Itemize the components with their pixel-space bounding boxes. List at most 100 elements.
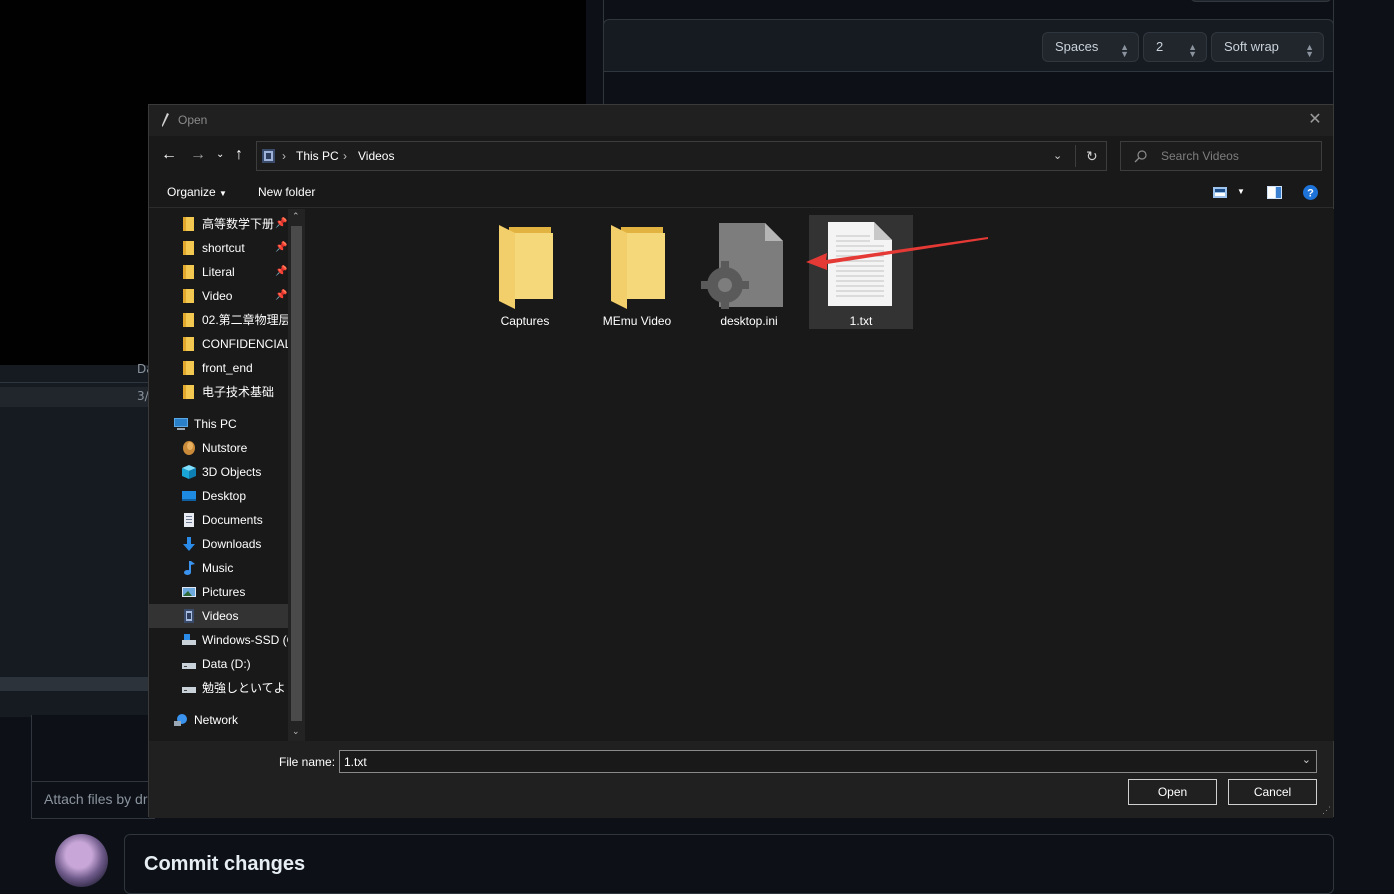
recent-locations-chevron-icon[interactable]: ⌄ bbox=[216, 146, 224, 164]
file-list: Captures MEmu Video desktop.ini 1.txt bbox=[306, 209, 1334, 741]
forward-arrow-icon[interactable]: → bbox=[190, 146, 206, 164]
nav-item-downloads[interactable]: Downloads bbox=[149, 532, 288, 556]
chevron-down-icon: ▼ bbox=[219, 189, 227, 198]
nav-item-label: 电子技术基础 bbox=[202, 385, 275, 399]
nav-item-video[interactable]: Video 📌 bbox=[149, 284, 288, 308]
nav-item-label: Music bbox=[202, 561, 234, 575]
breadcrumb-separator-icon: › bbox=[282, 149, 286, 163]
file-item-captures[interactable]: Captures bbox=[473, 215, 577, 329]
address-dropdown-chevron-icon[interactable]: ⌄ bbox=[1053, 142, 1062, 170]
organize-menu[interactable]: Organize ▼ bbox=[167, 185, 227, 199]
address-bar[interactable]: › This PC › Videos ⌄ ↻ bbox=[256, 141, 1107, 171]
breadcrumb-videos[interactable]: Videos bbox=[358, 142, 394, 170]
nav-item-network[interactable]: Network bbox=[149, 708, 288, 732]
refresh-icon[interactable]: ↻ bbox=[1086, 142, 1098, 170]
nav-item-this-pc[interactable]: This PC bbox=[149, 412, 288, 436]
scroll-up-icon[interactable]: ⌃ bbox=[292, 211, 300, 222]
close-button[interactable]: ✕ bbox=[1307, 111, 1323, 129]
nav-item-front-end[interactable]: front_end bbox=[149, 356, 288, 380]
nav-item-drive-jp[interactable]: 勉強しといてよ bbox=[149, 676, 288, 700]
nav-item-physical-layer[interactable]: 02.第二章物理层 bbox=[149, 308, 288, 332]
nav-item-videos[interactable]: Videos bbox=[149, 604, 288, 628]
music-icon bbox=[184, 561, 195, 575]
background-list-panel: Da 3/ bbox=[0, 362, 154, 717]
indent-mode-value: Spaces bbox=[1055, 39, 1099, 54]
nav-item-documents[interactable]: Documents bbox=[149, 508, 288, 532]
back-arrow-icon[interactable]: ← bbox=[161, 146, 177, 164]
folder-icon bbox=[499, 225, 553, 309]
open-file-dialog: Open ✕ ← → ⌄ ↑ › This PC › Videos ⌄ ↻ Se… bbox=[148, 104, 1334, 818]
open-button[interactable]: Open bbox=[1128, 779, 1217, 805]
file-name-dropdown-chevron-icon[interactable]: ⌄ bbox=[1302, 753, 1311, 766]
nav-item-label: Downloads bbox=[202, 537, 262, 551]
nav-item-gaodeng-shuxue[interactable]: 高等数学下册 📌 bbox=[149, 212, 288, 236]
indent-mode-select[interactable]: Spaces ▲ ▼ bbox=[1042, 32, 1139, 62]
nav-item-label: Data (D:) bbox=[202, 657, 251, 671]
nav-item-3d-objects[interactable]: 3D Objects bbox=[149, 460, 288, 484]
file-name-value: 1.txt bbox=[344, 755, 367, 769]
nav-item-label: Literal bbox=[202, 265, 235, 279]
nav-item-music[interactable]: Music bbox=[149, 556, 288, 580]
nav-item-literal[interactable]: Literal 📌 bbox=[149, 260, 288, 284]
navigation-bar: ← → ⌄ ↑ › This PC › Videos ⌄ ↻ Search Vi… bbox=[149, 136, 1333, 176]
address-divider bbox=[1075, 145, 1076, 167]
pictures-icon bbox=[182, 587, 196, 597]
dialog-titlebar: Open ✕ bbox=[149, 105, 1333, 136]
wrap-mode-select[interactable]: Soft wrap ▲ ▼ bbox=[1211, 32, 1324, 62]
drive-icon bbox=[182, 687, 196, 693]
new-folder-button[interactable]: New folder bbox=[258, 185, 315, 199]
background-top-tab bbox=[1190, 0, 1332, 2]
3d-objects-icon bbox=[182, 465, 196, 479]
preview-pane-icon[interactable] bbox=[1267, 186, 1282, 199]
commit-changes-card bbox=[124, 834, 1334, 894]
search-box[interactable]: Search Videos bbox=[1120, 141, 1322, 171]
change-view-icon[interactable] bbox=[1213, 187, 1227, 198]
dialog-footer: File name: 1.txt ⌄ Open Cancel ⋰ bbox=[149, 741, 1333, 818]
nav-item-label: shortcut bbox=[202, 241, 245, 255]
nav-scrollbar-thumb[interactable] bbox=[291, 226, 302, 721]
help-icon[interactable]: ? bbox=[1303, 185, 1318, 200]
background-scrollbar bbox=[0, 677, 150, 691]
nav-item-pictures[interactable]: Pictures bbox=[149, 580, 288, 604]
folder-icon bbox=[183, 361, 194, 375]
organize-label: Organize bbox=[167, 185, 216, 199]
nav-item-windows-ssd[interactable]: Windows-SSD (C:) bbox=[149, 628, 288, 652]
file-item-memu-video[interactable]: MEmu Video bbox=[585, 215, 689, 329]
folder-icon bbox=[183, 217, 194, 231]
nav-item-label: Pictures bbox=[202, 585, 246, 599]
drive-c-icon bbox=[182, 634, 196, 645]
pin-icon: 📌 bbox=[275, 266, 288, 277]
file-name: MEmu Video bbox=[602, 314, 672, 328]
folder-icon bbox=[611, 225, 665, 309]
videos-library-icon bbox=[262, 149, 275, 163]
cancel-button[interactable]: Cancel bbox=[1228, 779, 1317, 805]
nav-item-label: 勉強しといてよ bbox=[202, 681, 286, 695]
file-name-field[interactable]: 1.txt ⌄ bbox=[339, 750, 1317, 773]
desktop-icon bbox=[182, 491, 196, 501]
navigation-pane: 高等数学下册 📌 shortcut 📌 Literal 📌 Video 📌 02… bbox=[149, 209, 305, 741]
view-options-chevron-icon[interactable]: ▼ bbox=[1237, 187, 1245, 196]
avatar bbox=[55, 834, 108, 887]
file-name: Captures bbox=[500, 314, 550, 328]
nav-item-electronics[interactable]: 电子技术基础 bbox=[149, 380, 288, 404]
up-arrow-icon[interactable]: ↑ bbox=[235, 146, 243, 164]
nav-item-data-d[interactable]: Data (D:) bbox=[149, 652, 288, 676]
nav-item-desktop[interactable]: Desktop bbox=[149, 484, 288, 508]
pin-icon: 📌 bbox=[275, 218, 288, 229]
network-icon bbox=[174, 714, 187, 726]
command-bar: Organize ▼ New folder ▼ ? bbox=[149, 176, 1333, 208]
nav-item-nutstore[interactable]: Nutstore bbox=[149, 436, 288, 460]
nav-item-shortcut[interactable]: shortcut 📌 bbox=[149, 236, 288, 260]
breadcrumb-this-pc[interactable]: This PC bbox=[296, 142, 339, 170]
background-list-row bbox=[0, 387, 150, 407]
folder-icon bbox=[183, 313, 194, 327]
annotation-arrow-shape bbox=[806, 237, 988, 270]
scroll-down-icon[interactable]: ⌄ bbox=[292, 726, 300, 737]
pin-icon: 📌 bbox=[275, 242, 288, 253]
file-item-desktop-ini[interactable]: desktop.ini bbox=[697, 215, 801, 329]
nav-item-confidencial[interactable]: CONFIDENCIAL bbox=[149, 332, 288, 356]
resize-grip-icon[interactable]: ⋰ bbox=[1322, 805, 1331, 816]
breadcrumb-separator-icon: › bbox=[343, 149, 347, 163]
nav-item-label: Documents bbox=[202, 513, 263, 527]
indent-size-select[interactable]: 2 ▲ ▼ bbox=[1143, 32, 1207, 62]
